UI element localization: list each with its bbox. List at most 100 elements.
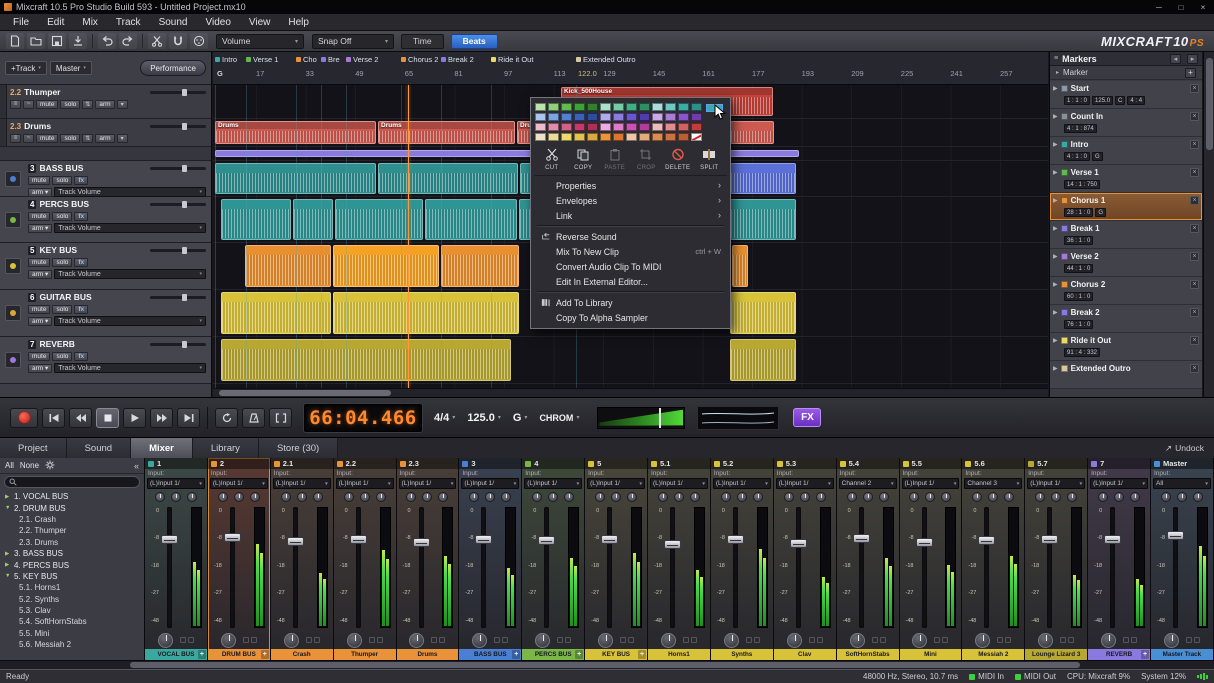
eq-high-knob[interactable]	[564, 492, 574, 502]
metronome-button[interactable]	[242, 408, 265, 428]
scrollbar-thumb[interactable]	[219, 390, 391, 396]
playhead[interactable]	[408, 85, 409, 388]
pan-knob[interactable]	[598, 633, 613, 648]
mute-led[interactable]	[306, 637, 312, 643]
undock-button[interactable]: ↗Undock	[1155, 438, 1214, 458]
split-button[interactable]: SPLIT	[694, 148, 726, 171]
pan-knob[interactable]	[472, 633, 487, 648]
marker-delete-button[interactable]: ×	[1190, 84, 1199, 93]
eq-high-knob[interactable]	[816, 492, 826, 502]
color-swatch[interactable]	[652, 113, 663, 121]
mixer-strip-clav[interactable]: 5.3 Input: (L)Input 1/▾ 0-8-18-27-48 Cla…	[774, 458, 837, 660]
marker-break-2[interactable]: ▶ Break 2 × 76 : 1 : 0	[1050, 305, 1202, 333]
performance-button[interactable]: Performance	[140, 60, 206, 76]
fader-track[interactable]	[230, 507, 235, 628]
eq-high-knob[interactable]	[690, 492, 700, 502]
eq-mid-knob[interactable]	[1114, 492, 1124, 502]
tree-item-2-1-crash[interactable]: 2.1. Crash	[0, 514, 144, 525]
menu-item-link[interactable]: Link›	[534, 208, 727, 223]
go-to-start-button[interactable]	[42, 408, 65, 428]
color-swatch[interactable]	[652, 103, 663, 111]
add-track-button[interactable]: +Track▾	[5, 61, 47, 75]
minimize-button[interactable]: ─	[1148, 0, 1170, 14]
clip[interactable]	[221, 292, 331, 334]
color-swatch[interactable]	[652, 133, 663, 141]
eq-mid-knob[interactable]	[611, 492, 621, 502]
marker-field[interactable]: G	[1092, 152, 1103, 161]
markers-prev-icon[interactable]: ◂	[1170, 54, 1181, 64]
add-substrip-icon[interactable]: +	[261, 650, 269, 659]
color-swatch[interactable]	[691, 103, 702, 111]
arm-button[interactable]: arm	[95, 100, 114, 109]
tree-item-1-vocal-bus[interactable]: ▶1. VOCAL BUS	[0, 491, 144, 502]
mute-led[interactable]	[620, 637, 626, 643]
mute-button[interactable]: mute	[28, 352, 50, 361]
fader-track[interactable]	[356, 507, 361, 628]
track-volume-slider[interactable]	[150, 91, 206, 94]
color-swatch[interactable]	[574, 123, 585, 131]
snap-select[interactable]: Snap Off▾	[312, 34, 394, 49]
new-project-icon[interactable]	[6, 33, 24, 49]
color-swatch[interactable]	[691, 113, 702, 121]
color-swatch[interactable]	[678, 103, 689, 111]
instrument-icon[interactable]	[5, 212, 21, 228]
solo-button[interactable]: solo	[52, 176, 72, 185]
tab-mixer[interactable]: Mixer	[131, 438, 193, 458]
color-swatch[interactable]	[548, 103, 559, 111]
track-height-icon[interactable]: ⇅	[82, 100, 93, 109]
tree-item-4-percs-bus[interactable]: ▶4. PERCS BUS	[0, 559, 144, 570]
marker-expand-icon[interactable]: ▶	[1053, 169, 1058, 176]
input-select[interactable]: (L)Input 1/▾	[273, 478, 331, 489]
marker-field[interactable]: 4 : 1 : 0	[1064, 152, 1090, 161]
scissors-icon[interactable]	[148, 33, 166, 49]
pan-knob[interactable]	[1038, 633, 1053, 648]
fader-handle[interactable]	[727, 535, 744, 544]
cut-button[interactable]: CUT	[536, 148, 568, 171]
eq-high-knob[interactable]	[250, 492, 260, 502]
marker-field[interactable]: 91 : 4 : 332	[1064, 348, 1100, 357]
menu-item-reverse-sound[interactable]: Reverse Sound	[534, 229, 727, 244]
instrument-icon[interactable]	[5, 352, 21, 368]
marker-expand-icon[interactable]: ▶	[1053, 253, 1058, 260]
tree-item-2-2-thumper[interactable]: 2.2. Thumper	[0, 525, 144, 536]
marker-delete-button[interactable]: ×	[1190, 196, 1199, 205]
stop-button[interactable]	[96, 408, 119, 428]
input-select[interactable]: Channel 3▾	[964, 478, 1022, 489]
color-swatch[interactable]	[561, 113, 572, 121]
color-swatch[interactable]	[691, 123, 702, 131]
mute-button[interactable]: mute	[36, 100, 58, 109]
input-select[interactable]: (L)Input 1/▾	[587, 478, 645, 489]
eq-high-knob[interactable]	[376, 492, 386, 502]
input-select[interactable]: (L)Input 1/▾	[336, 478, 394, 489]
time-mode-button[interactable]: Time	[401, 34, 444, 49]
marker-color-swatch[interactable]	[1061, 113, 1068, 120]
section-marker-verse-1[interactable]: Verse 1	[246, 55, 278, 64]
automation-select[interactable]: Track Volume▾	[54, 223, 206, 233]
solo-led[interactable]	[628, 637, 634, 643]
eq-mid-knob[interactable]	[988, 492, 998, 502]
marker-expand-icon[interactable]: ▶	[1053, 197, 1058, 204]
delete-button[interactable]: DELETE	[662, 148, 694, 171]
eq-low-knob[interactable]	[281, 492, 291, 502]
color-swatch[interactable]	[600, 103, 611, 111]
fast-forward-button[interactable]	[150, 408, 173, 428]
add-substrip-icon[interactable]: +	[1141, 650, 1149, 659]
eq-mid-knob[interactable]	[360, 492, 370, 502]
track-row-guitar-bus[interactable]: 6GUITAR BUS mutesolofx arm ▾Track Volume…	[0, 290, 211, 337]
strip-name-label[interactable]: Clav	[774, 649, 836, 660]
maximize-button[interactable]: □	[1170, 0, 1192, 14]
color-swatch[interactable]	[613, 113, 624, 121]
track-row-percs-bus[interactable]: 4PERCS BUS mutesolofx arm ▾Track Volume▾	[0, 197, 211, 243]
menu-item-add-to-library[interactable]: Add To Library	[534, 295, 727, 310]
marker-color-swatch[interactable]	[1061, 337, 1068, 344]
fader-handle[interactable]	[161, 535, 178, 544]
color-swatch[interactable]	[678, 123, 689, 131]
color-swatch[interactable]	[548, 133, 559, 141]
tree-expand-icon[interactable]: ▶	[5, 562, 11, 568]
search-input[interactable]	[4, 476, 140, 488]
clip[interactable]	[293, 199, 333, 240]
eq-mid-knob[interactable]	[297, 492, 307, 502]
solo-led[interactable]	[377, 637, 383, 643]
eq-high-knob[interactable]	[1004, 492, 1014, 502]
color-swatch[interactable]	[561, 103, 572, 111]
